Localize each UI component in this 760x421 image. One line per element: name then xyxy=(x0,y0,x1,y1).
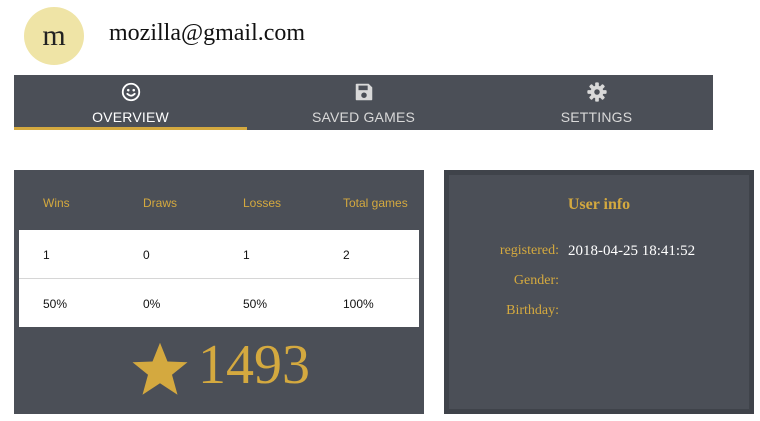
header-draws: Draws xyxy=(143,196,178,210)
stats-panel: Wins Draws Losses Total games 1 0 1 2 50… xyxy=(14,170,424,414)
percent-losses: 50% xyxy=(243,297,268,311)
table-row-percents: 50% 0% 50% 100% xyxy=(19,279,419,327)
smiley-icon xyxy=(121,82,140,102)
tab-settings-label: SETTINGS xyxy=(560,109,633,125)
gear-icon xyxy=(586,82,607,102)
tab-saved-games-label: SAVED GAMES xyxy=(311,109,416,125)
stats-table: 1 0 1 2 50% 0% 50% 100% xyxy=(19,230,419,327)
avatar[interactable]: m xyxy=(24,7,84,65)
registered-value: 2018-04-25 18:41:52 xyxy=(568,243,696,259)
count-total: 2 xyxy=(343,248,350,262)
registered-label: registered: xyxy=(499,243,559,258)
percent-draws: 0% xyxy=(143,297,161,311)
rating: 1493 xyxy=(14,327,424,414)
gender-label: Gender: xyxy=(513,273,559,288)
rating-value: 1493 xyxy=(198,334,310,396)
user-email: mozilla@gmail.com xyxy=(109,20,306,46)
percent-wins: 50% xyxy=(43,297,68,311)
tab-bar: OVERVIEW SAVED GAMES SETTINGS xyxy=(14,75,713,130)
header-wins: Wins xyxy=(43,196,70,210)
star-icon xyxy=(132,342,188,395)
user-info-title: User info xyxy=(567,196,631,213)
count-draws: 0 xyxy=(143,248,150,262)
stats-header-row: Wins Draws Losses Total games xyxy=(14,170,424,230)
percent-total: 100% xyxy=(343,297,374,311)
avatar-letter: m xyxy=(42,19,66,52)
user-info-panel: User info registered: 2018-04-25 18:41:5… xyxy=(444,170,754,414)
header-total-games: Total games xyxy=(343,196,408,210)
header-losses: Losses xyxy=(243,196,282,210)
tab-settings[interactable]: SETTINGS xyxy=(480,75,713,130)
table-row-counts: 1 0 1 2 xyxy=(19,230,419,279)
count-wins: 1 xyxy=(43,248,50,262)
tab-saved-games[interactable]: SAVED GAMES xyxy=(247,75,480,130)
birthday-label: Birthday: xyxy=(506,303,559,318)
tab-overview-label: OVERVIEW xyxy=(92,109,169,125)
tab-overview[interactable]: OVERVIEW xyxy=(14,75,247,130)
floppy-disk-icon xyxy=(355,83,372,101)
count-losses: 1 xyxy=(243,248,250,262)
